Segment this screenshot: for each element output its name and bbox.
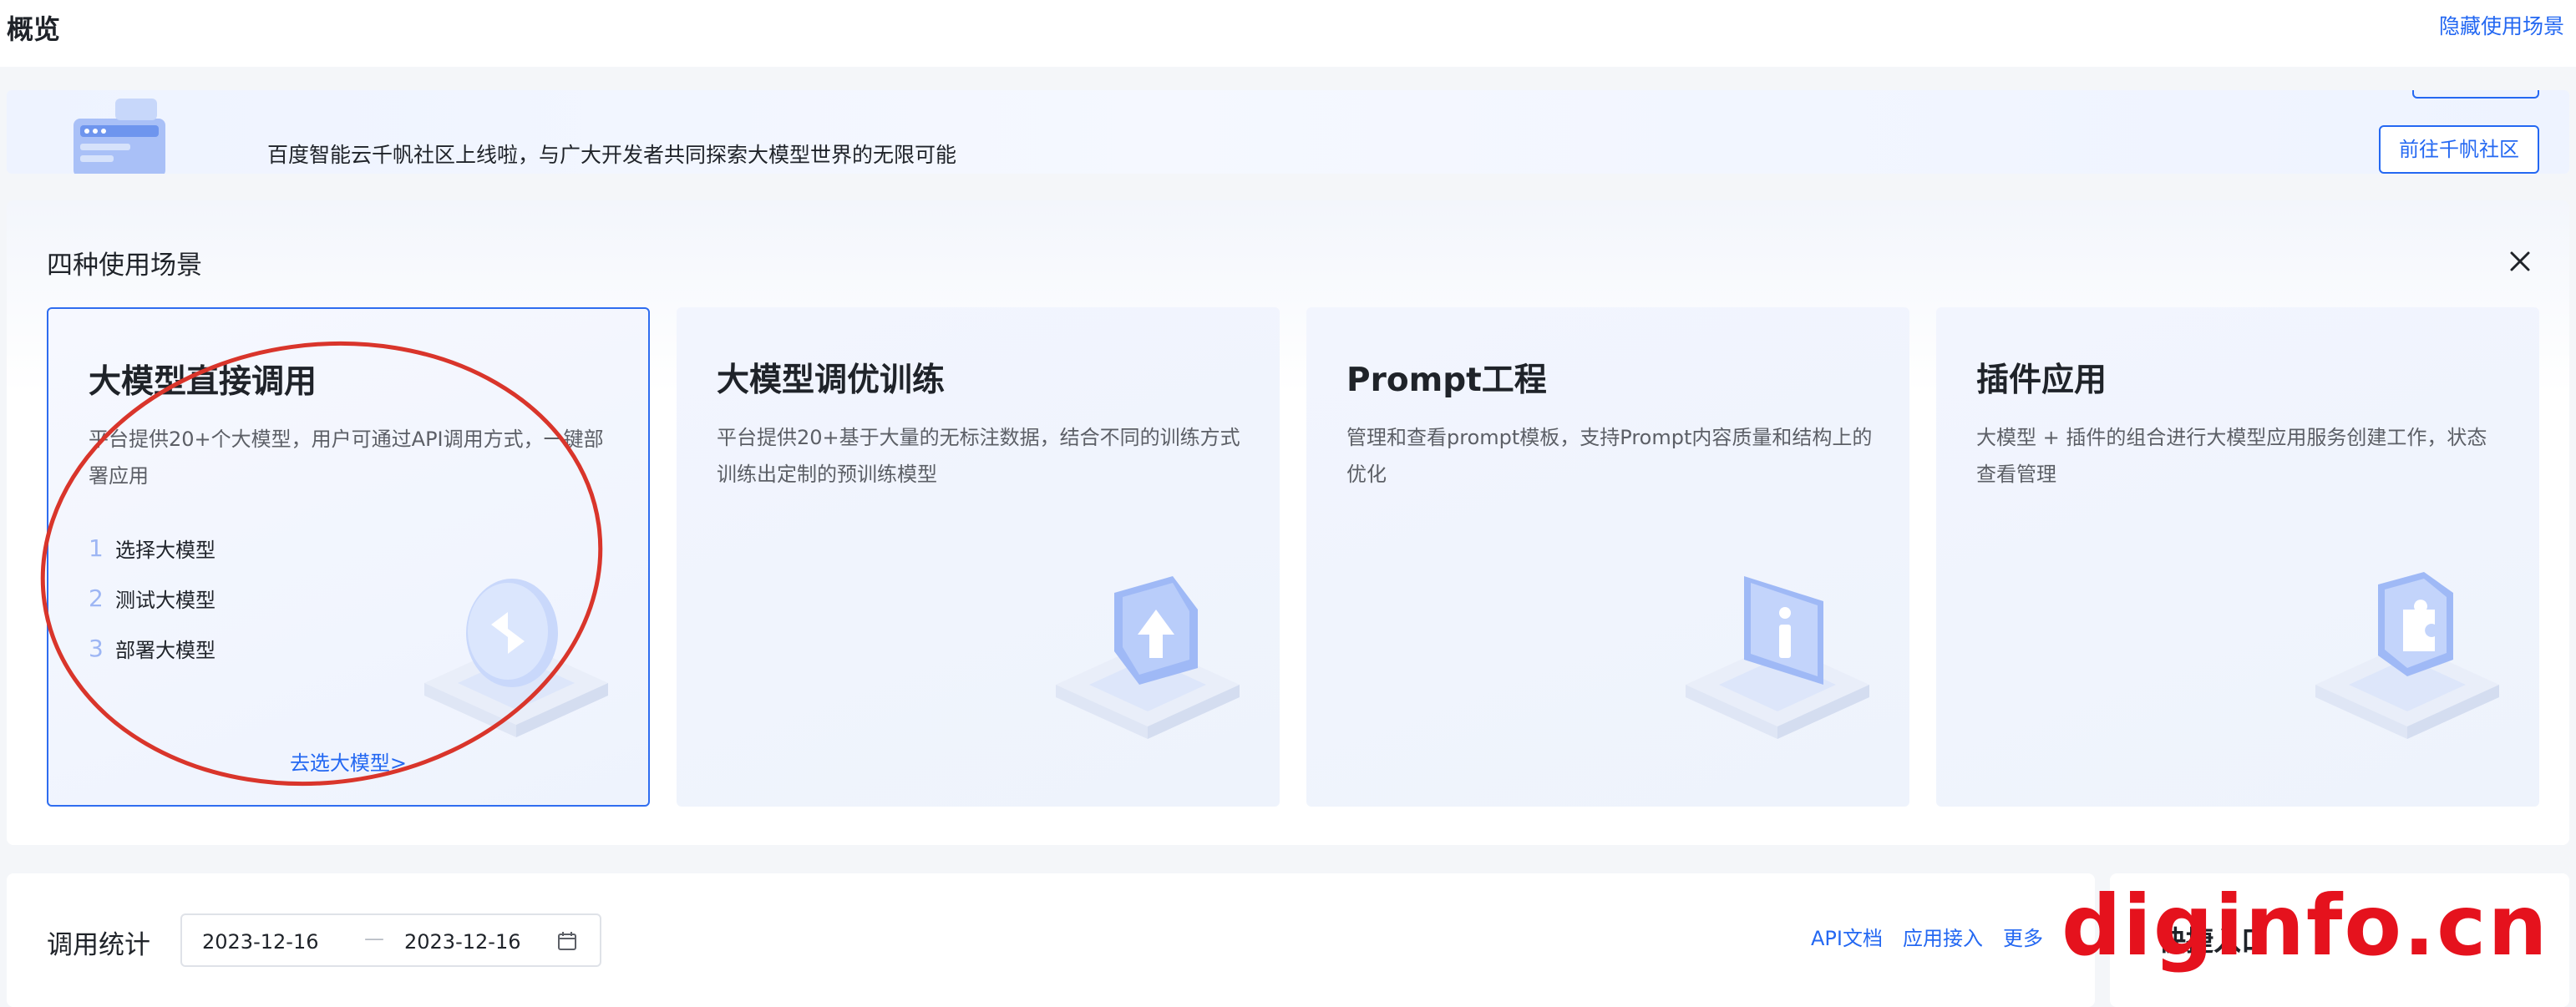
step-number: 1 [89,534,104,562]
card-description: 管理和查看prompt模板，支持Prompt内容质量和结构上的优化 [1346,426,1873,486]
card-description: 平台提供20+基于大量的无标注数据，结合不同的训练方式训练出定制的预训练模型 [717,426,1240,486]
card-title: 插件应用 [1976,362,2107,399]
scenario-card-plugin[interactable]: 插件应用 大模型 + 插件的组合进行大模型应用服务创建工作，状态查看管理 [1936,307,2539,807]
card-description: 平台提供20+个大模型，用户可通过API调用方式，一键部署应用 [89,428,604,488]
community-banner: 百度智能云千帆社区上线啦，与广大开发者共同探索大模型世界的无限可能 [7,90,2569,174]
date-separator: — [364,927,384,950]
step-item: 3 部署大模型 [89,623,216,673]
step-label: 测试大模型 [115,588,216,612]
go-community-button[interactable]: 前往千帆社区 [2379,125,2539,174]
card-title: 大模型直接调用 [89,363,317,401]
step-item: 2 测试大模型 [89,573,216,623]
step-label: 部署大模型 [115,638,216,662]
steps-list: 1 选择大模型 2 测试大模型 3 部署大模型 [89,523,216,673]
card-title: Prompt工程 [1346,362,1547,399]
api-docs-link[interactable]: API文档 [1811,922,1883,951]
step-item: 1 选择大模型 [89,523,216,573]
date-range-picker[interactable]: 2023-12-16 — 2023-12-16 [180,913,601,967]
puzzle-illustration-icon [2315,572,2499,739]
date-end[interactable]: 2023-12-16 [404,930,520,954]
scenario-card-direct-call[interactable]: 大模型直接调用 平台提供20+个大模型，用户可通过API调用方式，一键部署应用 … [47,307,650,807]
calendar-icon[interactable] [556,930,578,952]
more-link[interactable]: 更多 [2003,922,2043,951]
page-title: 概览 [7,13,61,45]
info-illustration-icon [1686,576,1869,739]
banner-button-shadow [2412,90,2539,99]
scenario-card-fine-tune[interactable]: 大模型调优训练 平台提供20+基于大量的无标注数据，结合不同的训练方式训练出定制… [677,307,1280,807]
app-access-link[interactable]: 应用接入 [1903,922,1983,951]
step-label: 选择大模型 [115,538,216,562]
date-start[interactable]: 2023-12-16 [202,930,318,954]
stats-title: 调用统计 [47,930,150,960]
step-number: 2 [89,584,104,612]
card-description: 大模型 + 插件的组合进行大模型应用服务创建工作，状态查看管理 [1976,426,2487,486]
close-icon[interactable] [2508,249,2533,274]
refresh-illustration-icon [424,579,608,737]
top-bar [0,0,2576,67]
community-illustration [74,99,165,174]
card-title: 大模型调优训练 [717,362,946,399]
step-number: 3 [89,634,104,662]
scenario-card-prompt[interactable]: Prompt工程 管理和查看prompt模板，支持Prompt内容质量和结构上的… [1306,307,1909,807]
scenarios-title: 四种使用场景 [47,250,202,281]
watermark-text: diginfo.cn [2061,877,2549,974]
hide-scenarios-link[interactable]: 隐藏使用场景 [2439,10,2564,40]
banner-text: 百度智能云千帆社区上线啦，与广大开发者共同探索大模型世界的无限可能 [267,143,957,167]
go-select-model-link[interactable]: 去选大模型> [48,746,648,776]
upload-illustration-icon [1056,576,1240,739]
